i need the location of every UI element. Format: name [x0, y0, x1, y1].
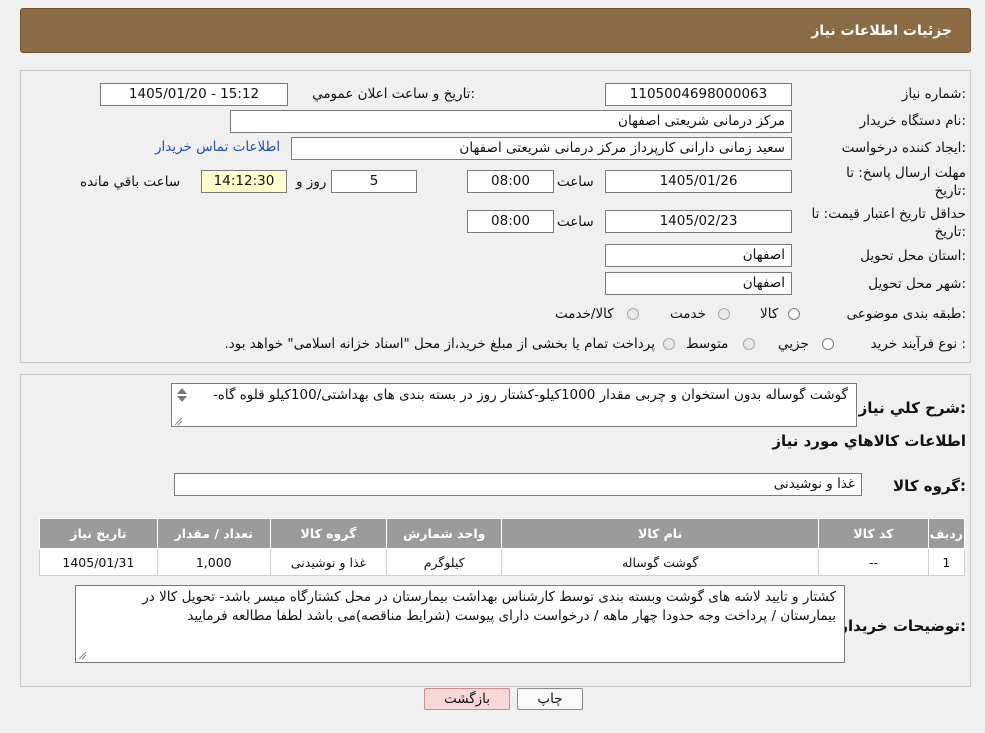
category-radio-goods[interactable]	[788, 308, 800, 320]
goods-group-label: گروه كالا:	[893, 477, 966, 495]
scroll-up-icon[interactable]	[177, 388, 187, 394]
announce-datetime-field: 1405/01/20 - 15:12	[100, 83, 288, 106]
buyer-notes-label: توضيحات خريدار:	[839, 617, 966, 635]
col-item-name: نام كالا	[501, 518, 820, 549]
col-unit: واحد شمارش	[386, 518, 503, 549]
need-number-label: شماره نیاز:	[901, 86, 966, 102]
buyer-contact-link[interactable]: اطلاعات تماس خريدار	[155, 139, 280, 155]
page-header: جزئیات اطلاعات نیاز	[20, 8, 971, 53]
days-label: روز و	[296, 174, 327, 190]
validity-time-label: ساعت	[557, 214, 594, 230]
goods-section-title: اطلاعات كالاهاي مورد نياز	[772, 432, 966, 450]
category-label: طبقه بندی موضوعی:	[846, 306, 966, 322]
validity-label: حداقل تاريخ اعتبار قيمت: تا	[811, 206, 966, 222]
page-title: جزئیات اطلاعات نیاز	[811, 23, 952, 39]
process-radio-minor[interactable]	[822, 338, 834, 350]
city-field: اصفهان	[605, 272, 792, 295]
scroll-down-icon[interactable]	[177, 396, 187, 402]
process-type-label: نوع فرآيند خريد :	[870, 336, 966, 352]
description-scroll-arrows[interactable]	[174, 386, 190, 410]
category-option-goods: کالا	[760, 306, 779, 322]
category-radio-goods-service[interactable]	[627, 308, 639, 320]
deadline-time-label: ساعت	[557, 174, 594, 190]
process-option-medium: متوسط	[686, 336, 729, 352]
category-option-goods-service: کالا/خدمت	[555, 306, 614, 322]
cell-quantity: 1,000	[156, 548, 271, 576]
cell-need-date: 1405/01/31	[39, 548, 158, 576]
deadline-date-field: 1405/01/26	[605, 170, 792, 193]
goods-group-field: غذا و نوشیدنی	[174, 473, 862, 496]
buyer-notes-textarea[interactable]: کشتار و تایید لاشه های گوشت وبسته بندی ت…	[75, 585, 845, 663]
goods-table-header: رديف كد كالا نام كالا واحد شمارش گروه كا…	[39, 518, 966, 549]
resize-grip-icon[interactable]	[78, 651, 87, 660]
city-label: شهر محل تحويل:	[868, 276, 966, 292]
creator-label: ايجاد کننده درخواست:	[841, 140, 966, 156]
province-field: اصفهان	[605, 244, 792, 267]
process-radio-treasury[interactable]	[663, 338, 675, 350]
resize-grip-icon[interactable]	[174, 417, 183, 426]
cell-row-number: 1	[927, 548, 966, 576]
category-radio-service[interactable]	[718, 308, 730, 320]
buyer-org-field: مرکز درمانی شریعتی اصفهان	[230, 110, 792, 133]
col-item-code: كد كالا	[818, 518, 929, 549]
print-button[interactable]: چاپ	[517, 688, 583, 710]
buyer-org-label: نام دستگاه خريدار:	[859, 113, 966, 129]
table-row: 1 -- گوشت گوساله کیلوگرم غذا و نوشیدنی 1…	[39, 548, 966, 576]
days-remaining-field: 5	[331, 170, 417, 193]
deadline-time-field: 08:00	[467, 170, 554, 193]
creator-field: سعید زمانی دارانی کارپرداز مرکز درمانی ش…	[291, 137, 792, 160]
validity-label-date: تاريخ:	[934, 224, 966, 240]
need-number-field: 1105004698000063	[605, 83, 792, 106]
deadline-label-date: تاريخ:	[934, 183, 966, 199]
cell-group: غذا و نوشیدنی	[269, 548, 388, 576]
announce-datetime-label: تاریخ و ساعت اعلان عمومي:	[312, 86, 475, 102]
validity-date-field: 1405/02/23	[605, 210, 792, 233]
validity-time-field: 08:00	[467, 210, 554, 233]
process-note: پرداخت تمام یا بخشی از مبلغ خرید،از محل …	[224, 336, 655, 352]
back-button[interactable]: بازگشت	[424, 688, 510, 710]
cell-item-name: گوشت گوساله	[501, 548, 820, 576]
category-option-service: خدمت	[670, 306, 706, 322]
remaining-time-label: ساعت باقي مانده	[80, 174, 181, 190]
col-need-date: تاريخ نياز	[39, 518, 158, 549]
process-option-minor: جزيي	[778, 336, 809, 352]
col-group: گروه كالا	[269, 518, 388, 549]
process-radio-medium[interactable]	[743, 338, 755, 350]
remaining-time-field: 14:12:30	[201, 170, 287, 193]
cell-unit: کیلوگرم	[386, 548, 503, 576]
goods-table: رديف كد كالا نام كالا واحد شمارش گروه كا…	[39, 518, 966, 576]
description-textarea[interactable]: گوشت گوساله بدون استخوان و چربی مقدار 10…	[171, 383, 857, 427]
deadline-label: مهلت ارسال پاسخ: تا	[846, 165, 966, 181]
province-label: استان محل تحويل:	[860, 248, 966, 264]
col-row-number: رديف	[927, 518, 966, 549]
cell-item-code: --	[818, 548, 929, 576]
col-quantity: تعداد / مقدار	[156, 518, 271, 549]
description-label: شرح كلي نياز:	[858, 399, 966, 417]
